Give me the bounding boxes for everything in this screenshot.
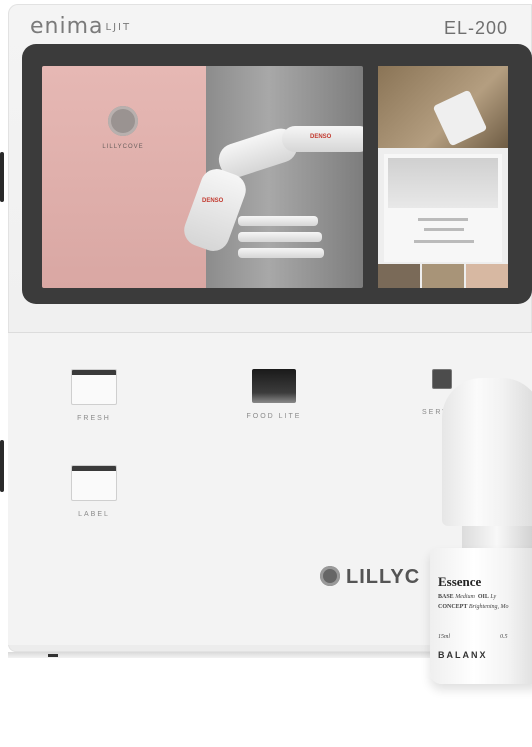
thumbnail bbox=[378, 264, 420, 288]
machine-foot bbox=[48, 654, 58, 657]
side-hero-image bbox=[378, 66, 508, 148]
screen-logo-icon bbox=[108, 106, 138, 136]
thumbnail bbox=[466, 264, 508, 288]
lillycove-logo: LILLYC bbox=[320, 566, 420, 589]
model-label: EL-200 bbox=[443, 18, 508, 38]
tile-label: LABEL bbox=[78, 511, 110, 518]
product-code: 0.5 bbox=[500, 634, 508, 640]
left-side-tab bbox=[0, 152, 4, 202]
product-brand: BALANX bbox=[438, 650, 488, 660]
machine-brand-logo: enima LJIT bbox=[30, 14, 132, 39]
tile-label-print[interactable]: LABEL bbox=[64, 465, 124, 518]
side-screen[interactable] bbox=[378, 66, 508, 288]
thumbnail bbox=[422, 264, 464, 288]
display-bezel: LILLYCOVE DENSO DENSO bbox=[22, 44, 532, 304]
side-web-line bbox=[414, 240, 474, 243]
robot-gripper-1 bbox=[238, 216, 318, 226]
product-base-line: BASE Medium OIL Ly bbox=[438, 594, 497, 600]
tile-label: FRESH bbox=[77, 415, 111, 422]
robot-gripper-3 bbox=[238, 248, 324, 258]
bottle-cap bbox=[442, 378, 532, 526]
fresh-icon bbox=[71, 369, 117, 405]
food-lite-icon bbox=[252, 369, 296, 403]
side-web-page bbox=[384, 154, 502, 262]
product-concept-line: CONCEPT Brightening, Mo bbox=[438, 604, 509, 610]
tile-label: FOOD LITE bbox=[246, 413, 302, 420]
robot-tag-lower: DENSO bbox=[202, 198, 224, 204]
side-bottle-image bbox=[432, 89, 488, 147]
tile-food-lite[interactable]: FOOD LITE bbox=[244, 369, 304, 420]
left-side-tab-lower bbox=[0, 440, 4, 492]
label-icon bbox=[71, 465, 117, 501]
bottle-neck bbox=[462, 526, 532, 550]
tile-fresh[interactable]: FRESH bbox=[64, 369, 124, 422]
bottle-body: Essence BASE Medium OIL Ly CONCEPT Brigh… bbox=[430, 548, 532, 684]
side-web-hero bbox=[388, 158, 498, 208]
side-web-line bbox=[418, 218, 468, 221]
product-volume: 15ml bbox=[438, 634, 450, 640]
robot-tag-top: DENSO bbox=[310, 134, 332, 140]
main-screen[interactable]: LILLYCOVE DENSO DENSO bbox=[42, 66, 363, 288]
product-title: Essence bbox=[438, 574, 482, 589]
essence-bottle: Essence BASE Medium OIL Ly CONCEPT Brigh… bbox=[430, 378, 532, 690]
lillycove-mark-icon bbox=[320, 566, 340, 586]
robot-gripper-2 bbox=[238, 232, 322, 242]
screen-brand-text: LILLYCOVE bbox=[102, 144, 144, 150]
side-thumbnails bbox=[378, 264, 508, 288]
screen-pink-panel bbox=[42, 66, 206, 288]
side-web-line bbox=[424, 228, 464, 231]
